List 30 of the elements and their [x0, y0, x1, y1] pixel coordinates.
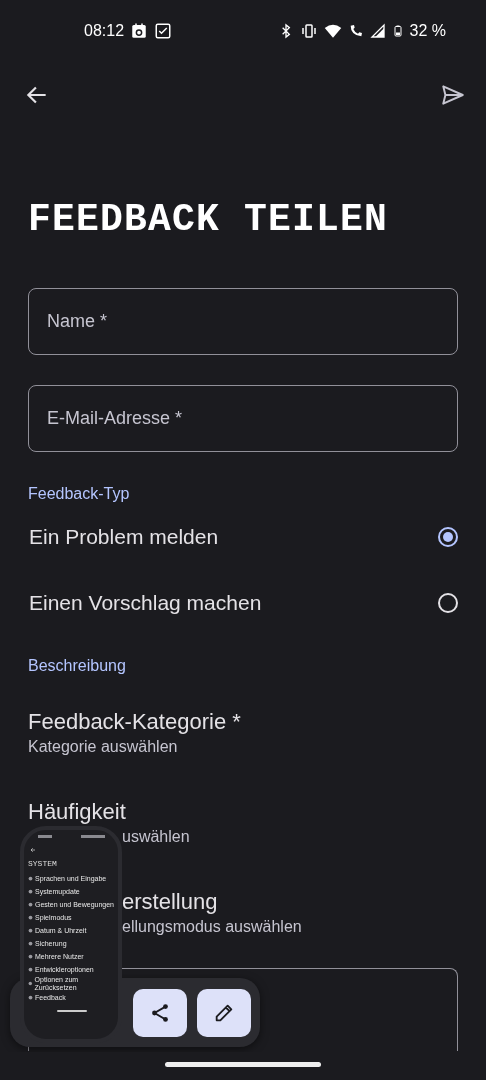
page-title: FEEDBACK TEILEN	[28, 198, 390, 242]
clock-time: 08:12	[84, 22, 125, 40]
gesture-handle[interactable]	[165, 1061, 321, 1067]
setting-title[interactable]: Häufigkeit	[28, 798, 126, 826]
setting-title[interactable]: Feedback-Kategorie *	[28, 708, 241, 736]
back-arrow-icon	[30, 847, 36, 853]
radio-option[interactable]: Einen Vorschlag machen	[0, 570, 486, 636]
send-icon[interactable]	[440, 82, 466, 108]
share-button[interactable]	[133, 988, 187, 1037]
setting-subtitle: ellungsmodus auswählen	[122, 917, 302, 937]
text-field[interactable]: E-Mail-Adresse *	[28, 385, 458, 452]
section-label: Feedback-Typ	[28, 484, 130, 504]
radio-option[interactable]: Ein Problem melden	[0, 504, 486, 570]
home-handle	[56, 1010, 87, 1012]
radio-button[interactable]	[438, 593, 458, 613]
setting-subtitle: Kategorie auswählen	[28, 737, 178, 757]
wifi-icon	[323, 22, 342, 40]
share-icon	[149, 1001, 171, 1024]
text-field[interactable]: Name *	[28, 288, 458, 355]
vibrate-icon	[299, 22, 318, 40]
thumbnail-title: SYSTEM	[28, 859, 58, 868]
calendar-icon	[130, 22, 149, 40]
section-label: Beschreibung	[28, 656, 126, 676]
signal-icon	[369, 23, 386, 39]
battery-percent: 32 %	[409, 22, 446, 40]
checkbox-icon	[154, 22, 173, 40]
setting-subtitle: uswählen	[122, 827, 190, 847]
edit-button[interactable]	[197, 988, 251, 1037]
radio-button[interactable]	[438, 527, 458, 547]
setting-title[interactable]: erstellung	[122, 888, 218, 916]
